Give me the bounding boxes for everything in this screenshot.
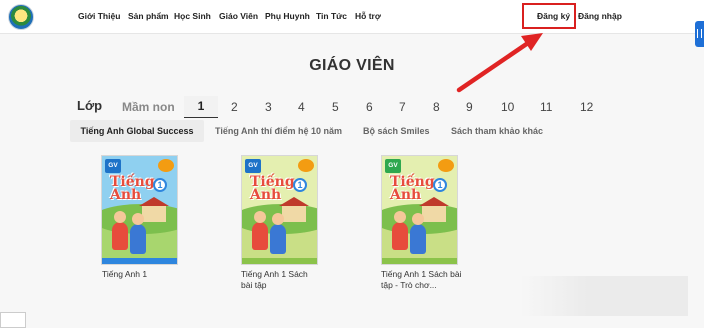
annotation-arrow-icon xyxy=(456,33,543,93)
